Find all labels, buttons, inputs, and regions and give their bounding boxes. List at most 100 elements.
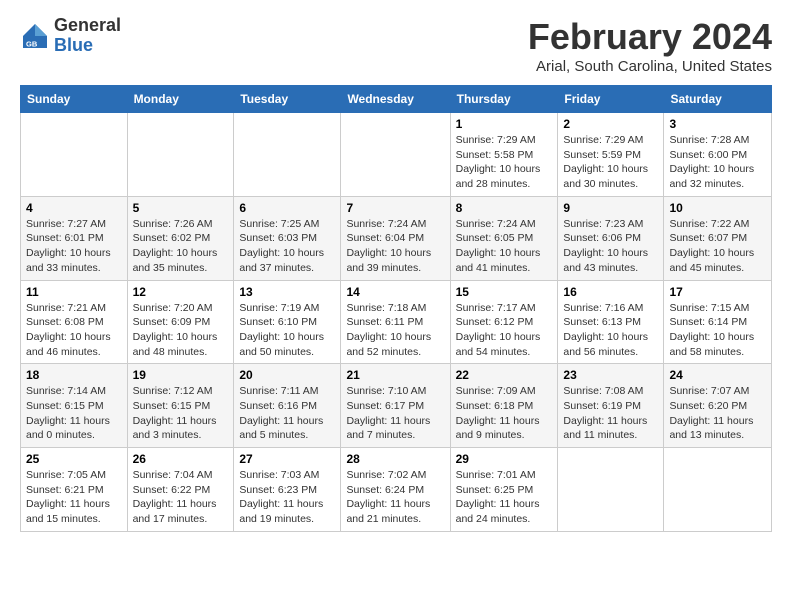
calendar-cell-w4-d3: 28 Sunrise: 7:02 AM Sunset: 6:24 PM Dayli… xyxy=(341,448,450,532)
weekday-header-thursday: Thursday xyxy=(450,86,558,113)
day-number: 7 xyxy=(346,201,444,215)
day-number: 2 xyxy=(563,117,658,131)
day-number: 8 xyxy=(456,201,553,215)
day-number: 5 xyxy=(133,201,229,215)
day-number: 29 xyxy=(456,452,553,466)
day-info: Sunrise: 7:22 AM Sunset: 6:07 PM Dayligh… xyxy=(669,217,766,276)
calendar-cell-w3-d4: 22 Sunrise: 7:09 AM Sunset: 6:18 PM Dayli… xyxy=(450,364,558,448)
svg-text:GB: GB xyxy=(26,39,38,48)
calendar-cell-w2-d2: 13 Sunrise: 7:19 AM Sunset: 6:10 PM Dayli… xyxy=(234,280,341,364)
day-number: 11 xyxy=(26,285,122,299)
day-info: Sunrise: 7:17 AM Sunset: 6:12 PM Dayligh… xyxy=(456,301,553,360)
day-info: Sunrise: 7:18 AM Sunset: 6:11 PM Dayligh… xyxy=(346,301,444,360)
weekday-header-wednesday: Wednesday xyxy=(341,86,450,113)
day-info: Sunrise: 7:24 AM Sunset: 6:04 PM Dayligh… xyxy=(346,217,444,276)
weekday-header-sunday: Sunday xyxy=(21,86,128,113)
day-number: 16 xyxy=(563,285,658,299)
logo-area: GB General Blue xyxy=(20,16,121,56)
calendar-cell-w2-d6: 17 Sunrise: 7:15 AM Sunset: 6:14 PM Dayli… xyxy=(664,280,772,364)
day-info: Sunrise: 7:25 AM Sunset: 6:03 PM Dayligh… xyxy=(239,217,335,276)
calendar-cell-w0-d6: 3 Sunrise: 7:28 AM Sunset: 6:00 PM Daylig… xyxy=(664,113,772,197)
day-number: 4 xyxy=(26,201,122,215)
day-info: Sunrise: 7:28 AM Sunset: 6:00 PM Dayligh… xyxy=(669,133,766,192)
calendar-cell-w4-d5 xyxy=(558,448,664,532)
day-info: Sunrise: 7:29 AM Sunset: 5:58 PM Dayligh… xyxy=(456,133,553,192)
calendar-cell-w1-d1: 5 Sunrise: 7:26 AM Sunset: 6:02 PM Daylig… xyxy=(127,196,234,280)
calendar-cell-w3-d5: 23 Sunrise: 7:08 AM Sunset: 6:19 PM Dayli… xyxy=(558,364,664,448)
calendar-cell-w4-d2: 27 Sunrise: 7:03 AM Sunset: 6:23 PM Dayli… xyxy=(234,448,341,532)
day-number: 3 xyxy=(669,117,766,131)
day-info: Sunrise: 7:12 AM Sunset: 6:15 PM Dayligh… xyxy=(133,384,229,443)
logo-general: General xyxy=(54,16,121,36)
calendar-cell-w2-d0: 11Sunrise: 7:21 AM Sunset: 6:08 PM Dayli… xyxy=(21,280,128,364)
header-section: GB General Blue February 2024 Arial, Sou… xyxy=(20,16,772,75)
calendar-cell-w3-d6: 24 Sunrise: 7:07 AM Sunset: 6:20 PM Dayli… xyxy=(664,364,772,448)
generalblue-logo-icon: GB xyxy=(20,21,50,51)
day-info: Sunrise: 7:16 AM Sunset: 6:13 PM Dayligh… xyxy=(563,301,658,360)
day-info: Sunrise: 7:15 AM Sunset: 6:14 PM Dayligh… xyxy=(669,301,766,360)
day-info: Sunrise: 7:20 AM Sunset: 6:09 PM Dayligh… xyxy=(133,301,229,360)
day-info: Sunrise: 7:19 AM Sunset: 6:10 PM Dayligh… xyxy=(239,301,335,360)
day-info: Sunrise: 7:26 AM Sunset: 6:02 PM Dayligh… xyxy=(133,217,229,276)
day-info: Sunrise: 7:08 AM Sunset: 6:19 PM Dayligh… xyxy=(563,384,658,443)
calendar-cell-w1-d5: 9Sunrise: 7:23 AM Sunset: 6:06 PM Daylig… xyxy=(558,196,664,280)
day-number: 26 xyxy=(133,452,229,466)
day-info: Sunrise: 7:01 AM Sunset: 6:25 PM Dayligh… xyxy=(456,468,553,527)
calendar-cell-w4-d4: 29 Sunrise: 7:01 AM Sunset: 6:25 PM Dayli… xyxy=(450,448,558,532)
day-number: 10 xyxy=(669,201,766,215)
logo-blue: Blue xyxy=(54,36,121,56)
calendar-cell-w3-d0: 18 Sunrise: 7:14 AM Sunset: 6:15 PM Dayli… xyxy=(21,364,128,448)
day-info: Sunrise: 7:29 AM Sunset: 5:59 PM Dayligh… xyxy=(563,133,658,192)
weekday-header-friday: Friday xyxy=(558,86,664,113)
calendar-cell-w1-d4: 8Sunrise: 7:24 AM Sunset: 6:05 PM Daylig… xyxy=(450,196,558,280)
calendar-cell-w0-d1 xyxy=(127,113,234,197)
weekday-header-saturday: Saturday xyxy=(664,86,772,113)
day-number: 12 xyxy=(133,285,229,299)
day-number: 28 xyxy=(346,452,444,466)
day-number: 21 xyxy=(346,368,444,382)
calendar-cell-w0-d4: 1 Sunrise: 7:29 AM Sunset: 5:58 PM Daylig… xyxy=(450,113,558,197)
calendar-table: SundayMondayTuesdayWednesdayThursdayFrid… xyxy=(20,85,772,532)
day-info: Sunrise: 7:03 AM Sunset: 6:23 PM Dayligh… xyxy=(239,468,335,527)
day-info: Sunrise: 7:27 AM Sunset: 6:01 PM Dayligh… xyxy=(26,217,122,276)
day-info: Sunrise: 7:05 AM Sunset: 6:21 PM Dayligh… xyxy=(26,468,122,527)
calendar-cell-w3-d1: 19Sunrise: 7:12 AM Sunset: 6:15 PM Dayli… xyxy=(127,364,234,448)
calendar-cell-w0-d0 xyxy=(21,113,128,197)
calendar-cell-w0-d2 xyxy=(234,113,341,197)
calendar-cell-w0-d5: 2 Sunrise: 7:29 AM Sunset: 5:59 PM Daylig… xyxy=(558,113,664,197)
day-info: Sunrise: 7:07 AM Sunset: 6:20 PM Dayligh… xyxy=(669,384,766,443)
day-info: Sunrise: 7:02 AM Sunset: 6:24 PM Dayligh… xyxy=(346,468,444,527)
calendar-cell-w2-d5: 16 Sunrise: 7:16 AM Sunset: 6:13 PM Dayli… xyxy=(558,280,664,364)
calendar-cell-w1-d3: 7 Sunrise: 7:24 AM Sunset: 6:04 PM Daylig… xyxy=(341,196,450,280)
day-number: 24 xyxy=(669,368,766,382)
day-number: 25 xyxy=(26,452,122,466)
calendar-cell-w2-d1: 12 Sunrise: 7:20 AM Sunset: 6:09 PM Dayli… xyxy=(127,280,234,364)
day-info: Sunrise: 7:09 AM Sunset: 6:18 PM Dayligh… xyxy=(456,384,553,443)
calendar-cell-w1-d0: 4 Sunrise: 7:27 AM Sunset: 6:01 PM Daylig… xyxy=(21,196,128,280)
day-info: Sunrise: 7:14 AM Sunset: 6:15 PM Dayligh… xyxy=(26,384,122,443)
day-number: 23 xyxy=(563,368,658,382)
calendar-cell-w1-d2: 6 Sunrise: 7:25 AM Sunset: 6:03 PM Daylig… xyxy=(234,196,341,280)
day-number: 18 xyxy=(26,368,122,382)
day-info: Sunrise: 7:04 AM Sunset: 6:22 PM Dayligh… xyxy=(133,468,229,527)
calendar-cell-w3-d3: 21 Sunrise: 7:10 AM Sunset: 6:17 PM Dayli… xyxy=(341,364,450,448)
location-subtitle: Arial, South Carolina, United States xyxy=(528,58,772,75)
calendar-cell-w1-d6: 10 Sunrise: 7:22 AM Sunset: 6:07 PM Dayli… xyxy=(664,196,772,280)
day-number: 14 xyxy=(346,285,444,299)
weekday-header-tuesday: Tuesday xyxy=(234,86,341,113)
day-number: 9 xyxy=(563,201,658,215)
day-info: Sunrise: 7:11 AM Sunset: 6:16 PM Dayligh… xyxy=(239,384,335,443)
day-number: 27 xyxy=(239,452,335,466)
day-number: 13 xyxy=(239,285,335,299)
day-number: 1 xyxy=(456,117,553,131)
calendar-cell-w2-d4: 15Sunrise: 7:17 AM Sunset: 6:12 PM Dayli… xyxy=(450,280,558,364)
day-number: 17 xyxy=(669,285,766,299)
calendar-cell-w4-d6 xyxy=(664,448,772,532)
calendar-cell-w4-d1: 26 Sunrise: 7:04 AM Sunset: 6:22 PM Dayli… xyxy=(127,448,234,532)
day-number: 22 xyxy=(456,368,553,382)
title-area: February 2024 Arial, South Carolina, Uni… xyxy=(528,16,772,75)
day-number: 6 xyxy=(239,201,335,215)
day-number: 20 xyxy=(239,368,335,382)
calendar-cell-w2-d3: 14 Sunrise: 7:18 AM Sunset: 6:11 PM Dayli… xyxy=(341,280,450,364)
day-info: Sunrise: 7:10 AM Sunset: 6:17 PM Dayligh… xyxy=(346,384,444,443)
